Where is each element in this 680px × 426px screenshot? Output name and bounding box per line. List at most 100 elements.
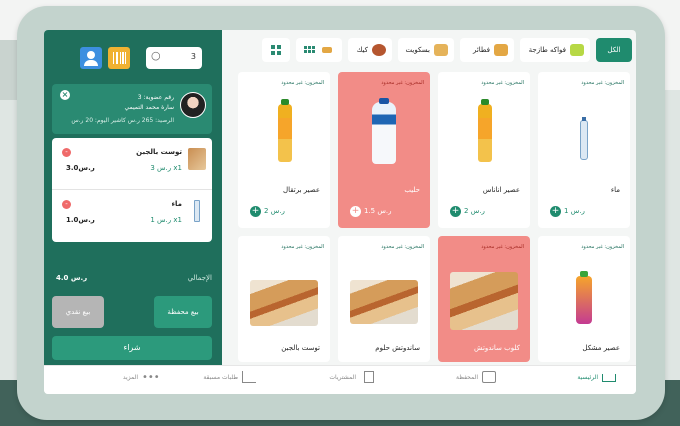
product-card-milk[interactable]: المخزون: غير محدود حليب + 1.5 ر.س [338, 72, 430, 228]
cake-icon [372, 44, 386, 56]
fruit-icon [570, 44, 584, 56]
add-icon[interactable]: + [350, 206, 361, 217]
user-icon[interactable] [80, 47, 102, 69]
avatar [180, 92, 206, 118]
product-card-halloumi-sandwich[interactable]: المخزون: غير محدود ساندوتش حلوم [338, 236, 430, 362]
customer-name: سارة محمد التميمي [124, 104, 174, 111]
product-card-water[interactable]: المخزون: غير محدود ماء + 1 ر.س [538, 72, 630, 228]
category-pastries[interactable]: فطائر [460, 38, 514, 62]
cart-icon [242, 371, 256, 383]
nav-orders[interactable]: طلبات مسبقة [203, 371, 256, 383]
product-image [564, 262, 604, 332]
category-cake[interactable]: كيك [348, 38, 392, 62]
product-image [250, 262, 318, 332]
category-label: فواكه طازجة [528, 46, 566, 54]
category-biscuits[interactable]: بسكويت [398, 38, 454, 62]
customer-balance: الرصيد: 265 ر.س كاشير اليوم: 20 ر.س [71, 117, 174, 124]
product-price: 2 ر.س [264, 207, 285, 215]
product-price: 1.5 ر.س [364, 207, 392, 215]
product-name: ماء [610, 186, 620, 194]
product-card-cheese-toast[interactable]: المخزون: غير محدود توست بالجبن [238, 236, 330, 362]
search-icon: ○ [151, 49, 161, 62]
bottom-nav: الرئيسية المحفظة المشتريات طلبات مسبقة ا… [44, 365, 636, 394]
wallet-sale-button[interactable]: بيع محفظة [154, 296, 212, 328]
nav-label: المزيد [122, 374, 138, 381]
product-thumbnail [188, 148, 206, 170]
product-image [364, 98, 404, 168]
nav-label: طلبات مسبقة [203, 374, 238, 381]
cart-item-total: 3.0ر.س [66, 164, 95, 172]
stock-label: المخزون: غير محدود [581, 80, 624, 86]
sidebar-toolbar: ○ 3 [52, 44, 212, 72]
remove-icon[interactable]: - [62, 200, 71, 209]
search-value: 3 [190, 52, 196, 61]
stock-label: المخزون: غير محدود [581, 244, 624, 250]
product-image [450, 262, 518, 332]
product-image [564, 98, 604, 168]
total-value: 4.0 ر.س [56, 274, 88, 282]
product-image [464, 98, 504, 168]
app-screen: ○ 3 × رقم عضوية: 3 سارة محمد التميمي الر… [44, 30, 636, 394]
category-fruits[interactable]: فواكه طازجة [520, 38, 590, 62]
cart-item-total: 1.0ر.س [66, 216, 95, 224]
nav-label: المحفظة [455, 374, 478, 381]
add-icon[interactable]: + [450, 206, 461, 217]
product-price: 1 ر.س [564, 207, 585, 215]
product-name: عصير مشكل [582, 344, 620, 352]
customer-id: رقم عضوية: 3 [137, 94, 174, 101]
remove-icon[interactable]: - [62, 148, 71, 157]
product-card-pineapple-juice[interactable]: المخزون: غير محدود عصير اناناس + 2 ر.س [438, 72, 530, 228]
list-item: - ماء 1 ر.س x1 1.0ر.س [52, 190, 212, 242]
pastry-icon [494, 44, 508, 56]
total-label: الإجمالي [187, 274, 212, 282]
add-icon[interactable]: + [550, 206, 561, 217]
product-name: ساندوتش حلوم [375, 344, 420, 352]
cart-item-qty: 3 ر.س x1 [150, 164, 182, 172]
product-card-club-sandwich[interactable]: المخزون: غير محدود كلوب ساندوتش [438, 236, 530, 362]
stock-label: المخزون: غير محدود [381, 80, 424, 86]
nav-wallet[interactable]: المحفظة [455, 371, 496, 383]
nav-home[interactable]: الرئيسية [577, 374, 616, 382]
cart-item-name: توست بالجبن [136, 148, 182, 156]
category-bar: الكل فواكه طازجة فطائر بسكويت كيك [232, 38, 632, 66]
product-name: عصير برتقال [283, 186, 320, 194]
nav-purchases[interactable]: المشتريات [329, 371, 374, 383]
barcode-icon[interactable] [108, 47, 130, 69]
category-label: كيك [356, 46, 368, 54]
product-name: توست بالجبن [281, 344, 320, 352]
stock-label: المخزون: غير محدود [381, 244, 424, 250]
close-icon[interactable]: × [60, 90, 70, 100]
list-view-button[interactable] [296, 38, 342, 62]
grid-view-button[interactable] [262, 38, 290, 62]
cart-item-name: ماء [171, 200, 182, 208]
cash-sale-button[interactable]: بيع نقدي [52, 296, 104, 328]
stock-label: المخزون: غير محدود [481, 244, 524, 250]
nav-more[interactable]: المزيد ••• [122, 372, 160, 383]
receipt-icon [364, 371, 374, 383]
product-card-orange-juice[interactable]: المخزون: غير محدود عصير برتقال + 2 ر.س [238, 72, 330, 228]
wallet-icon [482, 371, 496, 383]
search-input[interactable]: ○ 3 [146, 47, 202, 69]
product-card-mixed-juice[interactable]: المخزون: غير محدود عصير مشكل [538, 236, 630, 362]
add-icon[interactable]: + [250, 206, 261, 217]
background-left [0, 40, 18, 100]
cart-item-qty: 1 ر.س x1 [150, 216, 182, 224]
cart-list: - توست بالجبن 3 ر.س x1 3.0ر.س - ماء 1 ر.… [52, 138, 212, 242]
home-icon [602, 374, 616, 382]
nav-label: الرئيسية [577, 374, 598, 381]
product-name: عصير اناناس [482, 186, 520, 194]
customer-card: × رقم عضوية: 3 سارة محمد التميمي الرصيد:… [52, 84, 212, 134]
stock-label: المخزون: غير محدود [281, 80, 324, 86]
product-price: 2 ر.س [464, 207, 485, 215]
cart-total: الإجمالي 4.0 ر.س [52, 274, 212, 288]
product-name: كلوب ساندوتش [474, 344, 520, 352]
stock-label: المخزون: غير محدود [481, 80, 524, 86]
category-all[interactable]: الكل [596, 38, 632, 62]
more-icon: ••• [142, 372, 160, 383]
product-name: حليب [404, 186, 420, 194]
cart-sidebar: ○ 3 × رقم عضوية: 3 سارة محمد التميمي الر… [44, 30, 222, 365]
nav-label: المشتريات [329, 374, 356, 381]
stock-label: المخزون: غير محدود [281, 244, 324, 250]
category-label: بسكويت [405, 46, 431, 54]
buy-button[interactable]: شراء [52, 336, 212, 360]
